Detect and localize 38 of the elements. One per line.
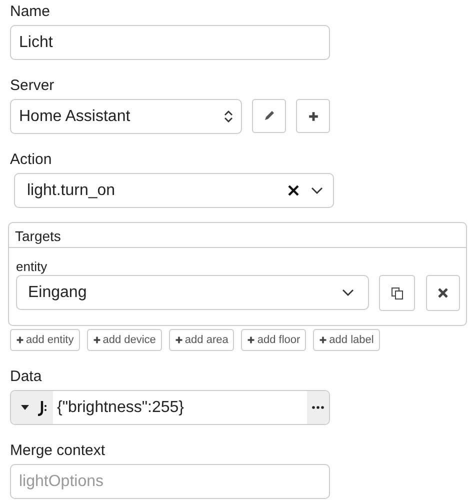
edit-button[interactable] (252, 99, 286, 133)
more-icon (312, 406, 324, 409)
field-label: Data (10, 368, 42, 385)
panel-title: Targets (15, 228, 61, 244)
entity-select[interactable]: Eingang (16, 275, 370, 310)
chevron-down-icon (311, 187, 323, 194)
add-target-button[interactable]: add label (313, 329, 380, 351)
up-down-chevron-icon (224, 110, 233, 123)
json-icon (37, 400, 47, 416)
field-label: Server (10, 77, 54, 94)
json-input[interactable]: {"brightness":255} (10, 390, 330, 425)
server-select[interactable]: Home Assistant (10, 99, 242, 134)
field-label: Merge context (10, 442, 106, 459)
merge-context-input[interactable]: lightOptions (10, 464, 330, 499)
remove-button[interactable] (426, 275, 460, 311)
caret-down-icon (21, 405, 29, 410)
name-input[interactable]: Licht (10, 25, 330, 60)
plus-icon (174, 336, 183, 344)
plus-icon (16, 336, 24, 344)
plus-icon (247, 336, 256, 344)
copy-icon (390, 286, 404, 300)
plus-icon (92, 336, 101, 344)
field-label: Action (10, 151, 52, 168)
add-target-button[interactable]: add floor (241, 329, 306, 351)
action-select[interactable]: light.turn_on (14, 173, 334, 208)
field-label: entity (16, 259, 48, 274)
chevron-down-icon (342, 289, 354, 296)
clear-icon (288, 185, 299, 196)
pencil-icon (263, 110, 275, 122)
add-target-button[interactable]: add entity (10, 329, 80, 351)
add-button[interactable] (296, 99, 330, 133)
close-icon (438, 288, 448, 298)
field-label: Name (10, 3, 50, 20)
plus-icon (319, 336, 328, 344)
add-target-button[interactable]: add area (168, 329, 234, 351)
plus-icon (308, 110, 318, 122)
add-target-button[interactable]: add device (86, 329, 162, 351)
copy-button[interactable] (379, 275, 416, 311)
